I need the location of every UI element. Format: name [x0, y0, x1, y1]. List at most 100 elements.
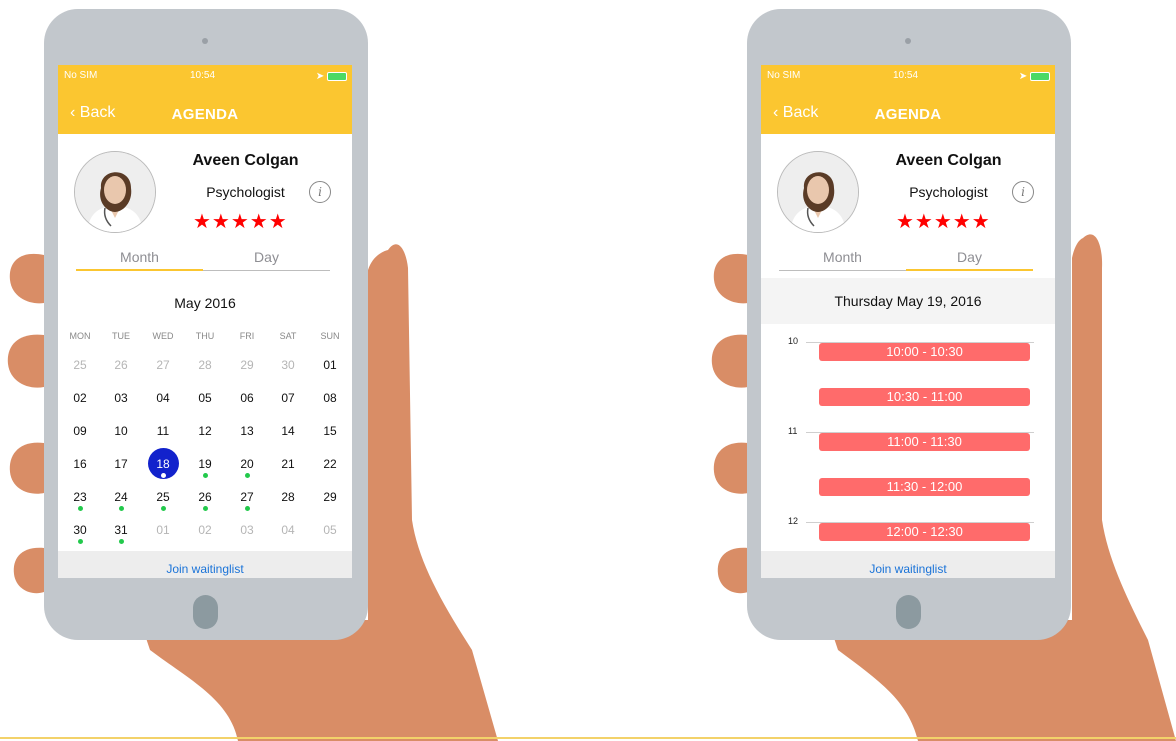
calendar-day[interactable]: 19 — [190, 456, 220, 478]
day-number: 05 — [198, 391, 212, 405]
calendar-day[interactable]: 25 — [65, 357, 95, 373]
weekday-label: TUE — [112, 331, 130, 341]
day-number: 09 — [73, 424, 87, 438]
join-waitinglist-button[interactable]: Join waitinglist — [58, 551, 352, 578]
phone-frame: No SIM 10:54 ➤ ‹ Back AGENDA Aveen Colga… — [747, 9, 1071, 640]
calendar-day[interactable]: 24 — [106, 489, 136, 511]
calendar-day[interactable]: 02 — [65, 390, 95, 406]
hour-label: 12 — [788, 516, 799, 526]
calendar-day[interactable]: 01 — [148, 522, 178, 538]
calendar-day[interactable]: 05 — [315, 522, 345, 538]
calendar-day[interactable]: 04 — [273, 522, 303, 538]
home-button[interactable] — [896, 595, 921, 629]
calendar-day[interactable]: 22 — [315, 456, 345, 472]
day-number: 29 — [323, 490, 337, 504]
calendar-day[interactable]: 03 — [232, 522, 262, 538]
day-number: 03 — [240, 523, 254, 537]
day-number: 03 — [114, 391, 128, 405]
calendar-day[interactable]: 27 — [232, 489, 262, 511]
calendar-day[interactable]: 14 — [273, 423, 303, 439]
battery-icon: ➤ — [1019, 71, 1050, 82]
calendar-day[interactable]: 05 — [190, 390, 220, 406]
calendar-day[interactable]: 31 — [106, 522, 136, 544]
calendar-day[interactable]: 09 — [65, 423, 95, 439]
calendar-day[interactable]: 13 — [232, 423, 262, 439]
calendar-day[interactable]: 23 — [65, 489, 95, 511]
calendar-day[interactable]: 28 — [273, 489, 303, 505]
day-number: 08 — [323, 391, 337, 405]
nav-bar: ‹ Back AGENDA — [58, 85, 352, 134]
calendar-day[interactable]: 30 — [65, 522, 95, 544]
calendar-day[interactable]: 30 — [273, 357, 303, 373]
day-number: 13 — [240, 424, 254, 438]
month-calendar: May 2016 MON TUE WED THU FRI SAT SUN 25 26 27 28 2… — [58, 276, 352, 551]
doctor-profile: Aveen Colgan Psychologist i ★★★★★ — [58, 134, 352, 249]
doctor-name: Aveen Colgan — [895, 152, 1002, 169]
calendar-day[interactable]: 15 — [315, 423, 345, 439]
calendar-day[interactable]: 17 — [106, 456, 136, 472]
availability-dot — [202, 506, 208, 511]
hour-label: 10 — [788, 336, 799, 346]
calendar-day[interactable]: 06 — [232, 390, 262, 406]
calendar-day[interactable]: 28 — [190, 357, 220, 373]
status-bar: No SIM 10:54 ➤ — [761, 65, 1055, 85]
weekday-label: FRI — [239, 331, 255, 341]
weekday-label: SAT — [279, 331, 297, 341]
tab-month[interactable]: Month — [76, 244, 203, 271]
avatar — [74, 151, 156, 233]
status-time: 10:54 — [893, 70, 919, 81]
join-waitinglist-button[interactable]: Join waitinglist — [761, 551, 1055, 578]
time-slot[interactable]: 11:30 - 12:00 — [819, 478, 1030, 496]
calendar-day[interactable]: 29 — [232, 357, 262, 373]
tab-day[interactable]: Day — [906, 244, 1033, 271]
day-number: 04 — [281, 523, 295, 537]
calendar-day[interactable]: 07 — [273, 390, 303, 406]
calendar-day[interactable]: 25 — [148, 489, 178, 511]
calendar-day[interactable]: 21 — [273, 456, 303, 472]
tab-day[interactable]: Day — [203, 244, 330, 271]
month-view-scene: No SIM 10:54 ➤ ‹ Back AGENDA Aveen Colga… — [0, 0, 588, 741]
day-number: 26 — [198, 490, 212, 504]
calendar-day[interactable]: 08 — [315, 390, 345, 406]
day-number: 15 — [323, 424, 337, 438]
home-button[interactable] — [193, 595, 218, 629]
time-slot[interactable]: 12:00 - 12:30 — [819, 523, 1030, 541]
calendar-day[interactable]: 26 — [106, 357, 136, 373]
calendar-day[interactable]: 27 — [148, 357, 178, 373]
calendar-day[interactable]: 01 — [315, 357, 345, 373]
time-slot[interactable]: 10:00 - 10:30 — [819, 343, 1030, 361]
calendar-day[interactable]: 16 — [65, 456, 95, 472]
calendar-day[interactable]: 12 — [190, 423, 220, 439]
availability-dot — [244, 506, 250, 511]
battery-icon: ➤ — [316, 71, 347, 82]
info-icon[interactable]: i — [309, 181, 331, 203]
status-bar: No SIM 10:54 ➤ — [58, 65, 352, 85]
weekday-label: WED — [152, 331, 174, 341]
day-number: 23 — [73, 490, 87, 504]
day-number: 28 — [198, 358, 212, 372]
phone-frame: No SIM 10:54 ➤ ‹ Back AGENDA Aveen Colga… — [44, 9, 368, 640]
calendar-day[interactable]: 03 — [106, 390, 136, 406]
carrier-label: No SIM — [64, 70, 98, 81]
nav-bar: ‹ Back AGENDA — [761, 85, 1055, 134]
tab-month[interactable]: Month — [779, 244, 906, 271]
day-number: 18 — [156, 457, 170, 471]
calendar-day[interactable]: 04 — [148, 390, 178, 406]
time-slot[interactable]: 11:00 - 11:30 — [819, 433, 1030, 451]
time-slot[interactable]: 10:30 - 11:00 — [819, 388, 1030, 406]
calendar-day[interactable]: 10 — [106, 423, 136, 439]
day-number: 16 — [73, 457, 87, 471]
calendar-day[interactable]: 29 — [315, 489, 345, 505]
phone-screen: No SIM 10:54 ➤ ‹ Back AGENDA Aveen Colga… — [761, 65, 1055, 578]
calendar-day[interactable]: 11 — [148, 423, 178, 439]
day-number: 01 — [156, 523, 170, 537]
calendar-day[interactable]: 26 — [190, 489, 220, 511]
day-number: 10 — [114, 424, 128, 438]
calendar-day[interactable]: 02 — [190, 522, 220, 538]
calendar-day[interactable]: 18 — [148, 456, 178, 472]
availability-dot — [161, 473, 166, 478]
calendar-day[interactable]: 20 — [232, 456, 262, 478]
day-number: 20 — [240, 457, 254, 471]
info-icon[interactable]: i — [1012, 181, 1034, 203]
availability-dot — [77, 539, 83, 544]
